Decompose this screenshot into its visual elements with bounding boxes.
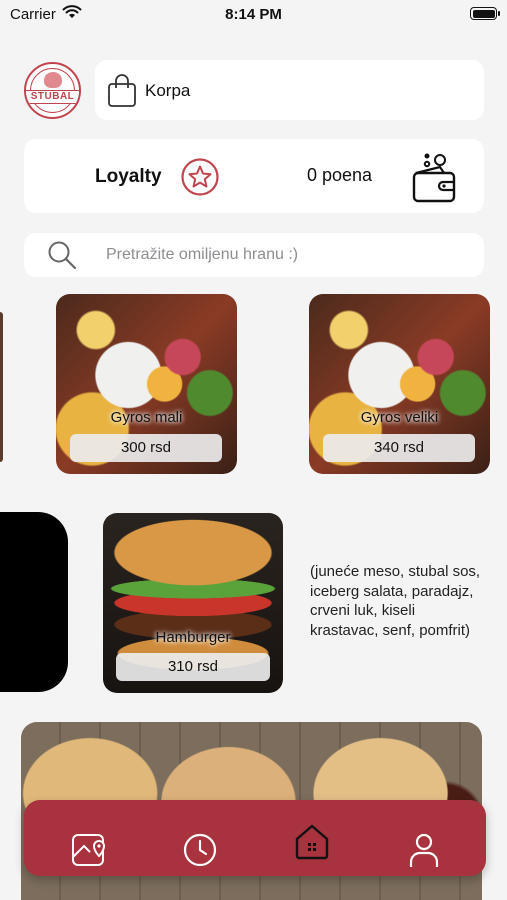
- logo-text: STUBAL: [26, 90, 79, 104]
- clock-time: 8:14 PM: [225, 6, 282, 23]
- search-input[interactable]: [106, 233, 466, 277]
- search-bar: [24, 233, 484, 277]
- product-name: Hamburger: [155, 629, 231, 646]
- bottom-navigation: [24, 800, 486, 876]
- profile-icon[interactable]: [404, 830, 444, 870]
- product-price: 340 rsd: [323, 434, 475, 462]
- product-name: Gyros mali: [110, 409, 183, 426]
- product-card-gyros-mali[interactable]: Gyros mali 300 rsd: [56, 294, 237, 474]
- battery-icon: [470, 7, 500, 20]
- loyalty-card[interactable]: Loyalty 0 poena: [24, 139, 484, 213]
- product-price: 300 rsd: [70, 434, 222, 462]
- map-location-icon[interactable]: [68, 830, 108, 870]
- star-icon: [180, 157, 220, 202]
- cart-label: Korpa: [145, 81, 191, 100]
- product-price: 310 rsd: [116, 653, 270, 681]
- home-icon[interactable]: [292, 822, 332, 862]
- stubal-logo: STUBAL: [24, 62, 81, 119]
- history-clock-icon[interactable]: [180, 830, 220, 870]
- product-name: Gyros veliki: [360, 409, 439, 426]
- cart-button[interactable]: Korpa: [95, 60, 484, 120]
- status-bar: Carrier 8:14 PM: [0, 0, 507, 30]
- product-card-hamburger[interactable]: Hamburger 310 rsd: [103, 513, 283, 693]
- loyalty-points: 0 poena: [307, 165, 373, 185]
- previous-product-card[interactable]: [0, 312, 3, 462]
- shopping-bag-icon: [107, 74, 137, 113]
- product-card-gyros-veliki[interactable]: Gyros veliki 340 rsd: [309, 294, 490, 474]
- previous-product-card-dark[interactable]: [0, 512, 68, 692]
- search-icon[interactable]: [46, 240, 80, 277]
- wallet-icon: [410, 151, 458, 210]
- product-description: (juneće meso, stubal sos, iceberg salata…: [310, 563, 481, 639]
- loyalty-title: Loyalty: [95, 166, 162, 187]
